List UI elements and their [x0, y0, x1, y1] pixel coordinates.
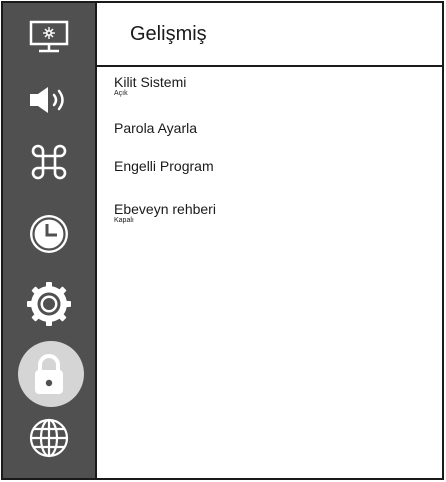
menu-item-label: Engelli Program: [114, 158, 214, 174]
menu-item-block-program[interactable]: Engelli Program: [114, 158, 214, 174]
menu-item-label: Parola Ayarla: [114, 120, 198, 136]
menu-item-label: Ebeveyn rehberi: [114, 201, 216, 217]
lock-icon: [35, 354, 63, 394]
menu-item-label: Kilit Sistemi: [114, 74, 187, 90]
settings-window: Gelişmiş Kilit Sistemi Açık Parola Ayarl…: [1, 1, 444, 480]
globe-icon: [29, 418, 69, 458]
command-icon: [31, 144, 67, 180]
page-title: Gelişmiş: [130, 23, 207, 45]
gear-icon: [27, 282, 71, 326]
menu-item-value: Kapalı: [114, 217, 134, 224]
menu-item-value: Açık: [114, 90, 128, 97]
sidebar-item-time[interactable]: [3, 203, 95, 265]
sidebar-item-setup[interactable]: [3, 273, 95, 335]
sidebar-item-channels[interactable]: [3, 131, 95, 193]
sidebar-item-network[interactable]: [3, 407, 95, 469]
menu-item-parental-guidance[interactable]: Ebeveyn rehberi Kapalı: [114, 201, 216, 225]
speaker-icon: [30, 87, 64, 113]
header: Gelişmiş: [97, 3, 442, 67]
sidebar-item-sound[interactable]: [3, 69, 95, 131]
menu-item-set-password[interactable]: Parola Ayarla: [114, 120, 197, 136]
clock-icon: [30, 215, 68, 253]
menu-item-lock-system[interactable]: Kilit Sistemi Açık: [114, 74, 186, 98]
sidebar-item-lock[interactable]: [3, 341, 95, 407]
sidebar-item-picture[interactable]: [3, 6, 95, 68]
sidebar: [3, 3, 97, 478]
monitor-icon: [29, 20, 69, 53]
